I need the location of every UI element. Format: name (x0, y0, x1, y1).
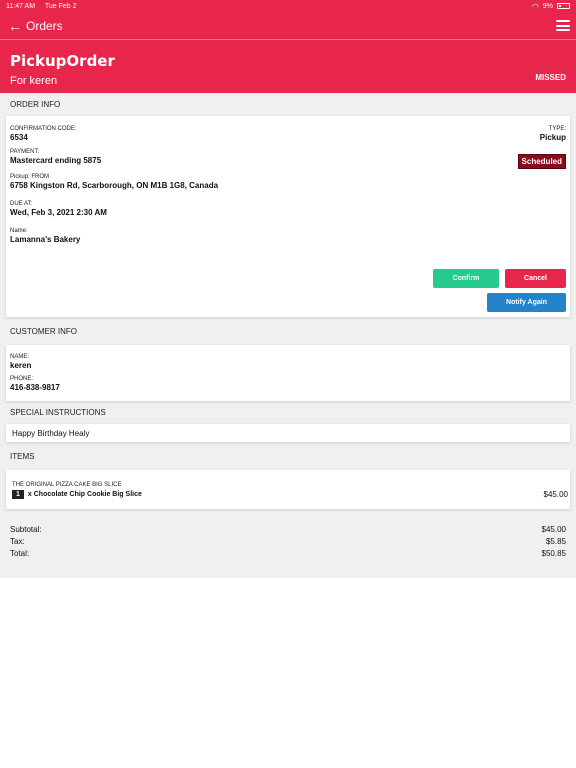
confirmation-label: CONFIRMATION CODE: (10, 126, 77, 132)
pickup-label: Pickup: FROM (10, 174, 50, 180)
nav-bar: ← Orders (0, 12, 576, 39)
customer-name-label: NAME: (10, 354, 30, 360)
subtotal-row: Subtotal: $45.00 (10, 523, 566, 535)
hamburger-menu-icon[interactable] (556, 20, 570, 31)
page-subtitle: For keren (10, 75, 58, 87)
due-label: DUE AT: (10, 201, 33, 207)
list-item[interactable]: 1 x Chocolate Chip Cookie Big Slice $45.… (12, 490, 568, 499)
name-label: Name: (10, 228, 28, 234)
item-name: x Chocolate Chip Cookie Big Slice (27, 491, 142, 498)
payment-value: Mastercard ending 5875 (10, 156, 102, 165)
item-category: THE ORIGINAL PIZZA CAKE BIG SLICE (12, 482, 122, 488)
status-date: Tue Feb 2 (44, 2, 77, 10)
status-badge: MISSED (535, 73, 566, 82)
battery-percent: 9% (542, 2, 553, 10)
tax-label: Tax: (10, 536, 25, 546)
arrow-left-icon[interactable]: ← (8, 19, 22, 33)
item-quantity: 1 (12, 490, 24, 499)
special-instructions-heading: SPECIAL INSTRUCTIONS (10, 408, 106, 417)
page-title: PickupOrder (10, 52, 115, 70)
order-type: TYPE: Pickup (540, 126, 566, 142)
type-label: TYPE: (548, 126, 566, 132)
battery-icon (557, 3, 570, 9)
name-value: Lamanna's Bakery (10, 235, 81, 244)
cancel-button[interactable]: Cancel (505, 269, 566, 288)
total-value: $50.85 (541, 548, 566, 558)
confirm-button[interactable]: Confirm (433, 269, 499, 288)
subtotal-label: Subtotal: (10, 524, 42, 534)
status-time: 11:47 AM (6, 2, 36, 10)
subtotal-value: $45.00 (541, 524, 566, 534)
tax-value: $5.85 (545, 536, 566, 546)
customer-info-heading: CUSTOMER INFO (10, 326, 77, 336)
customer-info-card: NAME: keren PHONE: 416-838-9817 (6, 345, 570, 401)
header: 11:47 AM Tue Feb 2 ◠ 9% ← Orders PickupO… (0, 0, 576, 93)
wifi-icon: ◠ (531, 1, 539, 11)
tax-row: Tax: $5.85 (10, 535, 566, 547)
items-heading: ITEMS (10, 451, 35, 461)
order-info-card: CONFIRMATION CODE: 6534 TYPE: Pickup PAY… (6, 116, 570, 317)
type-value: Pickup (539, 133, 566, 142)
special-instructions-text: Happy Birthday Healy (6, 424, 570, 442)
status-bar: 11:47 AM Tue Feb 2 ◠ 9% (0, 0, 576, 12)
customer-name: keren (10, 361, 32, 370)
back-button[interactable]: Orders (26, 19, 63, 33)
due-value: Wed, Feb 3, 2021 2:30 AM (10, 208, 107, 217)
main-content: ORDER INFO CONFIRMATION CODE: 6534 TYPE:… (0, 93, 576, 578)
customer-phone-label: PHONE: (10, 376, 34, 382)
pickup-address: 6758 Kingston Rd, Scarborough, ON M1B 1G… (10, 181, 219, 190)
total-label: Total: (10, 548, 30, 558)
totals: Subtotal: $45.00 Tax: $5.85 Total: $50.8… (0, 509, 576, 559)
customer-phone: 416-838-9817 (10, 383, 60, 392)
item-price: $45.00 (543, 490, 568, 499)
scheduled-badge: Scheduled (517, 154, 566, 169)
notify-again-button[interactable]: Notify Again (487, 293, 566, 312)
items-card: THE ORIGINAL PIZZA CAKE BIG SLICE 1 x Ch… (6, 470, 570, 509)
order-info-heading: ORDER INFO (10, 100, 61, 109)
total-row: Total: $50.85 (10, 547, 566, 559)
confirmation-code: 6534 (10, 133, 28, 142)
payment-label: PAYMENT: (10, 149, 40, 155)
